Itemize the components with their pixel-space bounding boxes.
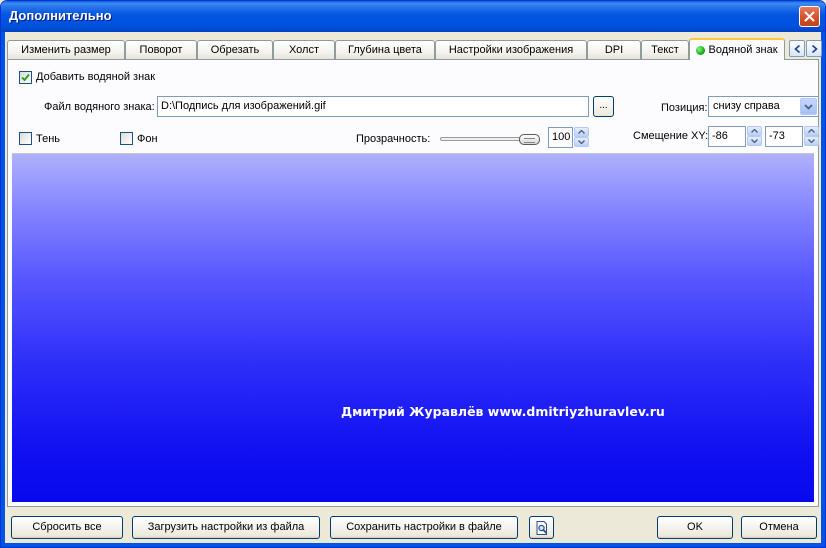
arrow-down-icon xyxy=(578,140,585,144)
active-dot-icon xyxy=(696,45,706,55)
tab-canvas[interactable]: Холст xyxy=(273,40,335,59)
offset-x-input[interactable]: -86 xyxy=(708,126,762,147)
offset-label: Смещение XY: xyxy=(633,130,709,142)
spin-up-button[interactable] xyxy=(804,126,819,136)
checkmark-icon xyxy=(21,73,30,82)
arrow-up-icon xyxy=(808,129,815,133)
preview-button[interactable] xyxy=(529,516,554,539)
tab-label: Изменить размер xyxy=(21,44,111,56)
spin-up-button[interactable] xyxy=(747,126,762,136)
arrow-up-icon xyxy=(751,129,758,133)
offset-x-value: -86 xyxy=(712,130,728,142)
arrow-down-icon xyxy=(751,139,758,143)
watermark-file-field[interactable]: D:\Подпись для изображений.gif xyxy=(157,96,589,117)
arrow-up-icon xyxy=(578,130,585,134)
tab-scroll-right-button[interactable] xyxy=(806,40,822,57)
close-icon xyxy=(804,11,815,22)
spin-down-button[interactable] xyxy=(804,136,819,146)
tab-scroll-left-button[interactable] xyxy=(789,40,805,57)
ok-button[interactable]: OK xyxy=(657,516,733,539)
tab-rotate[interactable]: Поворот xyxy=(125,40,197,59)
opacity-slider-thumb[interactable] xyxy=(519,134,540,145)
spin-down-button[interactable] xyxy=(574,137,589,147)
offset-y-value: -73 xyxy=(769,130,785,142)
opacity-value: 100 xyxy=(552,131,571,143)
tab-label: Поворот xyxy=(139,44,183,56)
dialog-window: Дополнительно Изменить размер Поворот Об… xyxy=(0,0,826,548)
save-settings-button[interactable]: Сохранить настройки в файле xyxy=(330,516,518,539)
opacity-spinner[interactable] xyxy=(574,127,589,148)
title-bar[interactable]: Дополнительно xyxy=(1,1,825,32)
spin-up-button[interactable] xyxy=(574,127,589,137)
tab-label: DPI xyxy=(604,44,624,56)
tab-text[interactable]: Текст xyxy=(641,40,689,59)
offset-y-spinner[interactable] xyxy=(804,126,819,147)
tab-label: Настройки изображения xyxy=(448,44,574,56)
tab-crop[interactable]: Обрезать xyxy=(197,40,273,59)
watermark-file-label: Файл водяного знака: xyxy=(44,101,155,113)
watermark-panel: Добавить водяной знак Файл водяного знак… xyxy=(7,59,819,507)
offset-x-spinner[interactable] xyxy=(747,126,762,147)
spin-down-button[interactable] xyxy=(747,136,762,146)
cancel-button[interactable]: Отмена xyxy=(741,516,817,539)
position-label: Позиция: xyxy=(661,102,708,114)
chevron-down-icon xyxy=(804,103,813,110)
opacity-input[interactable]: 100 xyxy=(548,127,589,148)
chevron-left-icon xyxy=(793,44,800,53)
window-border-bottom xyxy=(1,543,825,547)
load-settings-button[interactable]: Загрузить настройки из файла xyxy=(132,516,320,539)
add-watermark-label: Добавить водяной знак xyxy=(36,71,156,83)
position-dropdown-button[interactable] xyxy=(800,98,817,115)
window-border-right xyxy=(821,32,825,547)
tab-label: Глубина цвета xyxy=(348,44,422,56)
magnifier-page-icon xyxy=(536,520,547,535)
tab-resize[interactable]: Изменить размер xyxy=(7,40,125,59)
position-value: снизу справа xyxy=(713,100,780,112)
window-title: Дополнительно xyxy=(9,8,112,23)
window-border-left xyxy=(1,32,5,547)
shadow-label: Тень xyxy=(36,133,61,145)
chevron-right-icon xyxy=(811,44,818,53)
position-select[interactable]: снизу справа xyxy=(708,96,819,117)
tab-strip: Изменить размер Поворот Обрезать Холст Г… xyxy=(7,38,822,60)
arrow-down-icon xyxy=(808,139,815,143)
add-watermark-checkbox[interactable] xyxy=(19,71,32,84)
tab-label: Холст xyxy=(288,44,320,56)
browse-button[interactable]: ... xyxy=(593,96,614,117)
reset-all-button[interactable]: Сбросить все xyxy=(11,516,123,539)
background-checkbox[interactable] xyxy=(120,132,133,145)
tab-label: Водяной знак xyxy=(708,44,778,56)
tab-label: Обрезать xyxy=(210,44,260,56)
tab-image-settings[interactable]: Настройки изображения xyxy=(435,40,587,59)
preview-canvas: Дмитрий Журавлёв www.dmitriyzhuravlev.ru xyxy=(12,153,814,502)
close-button[interactable] xyxy=(799,6,820,27)
tab-color-depth[interactable]: Глубина цвета xyxy=(335,40,435,59)
opacity-label: Прозрачность: xyxy=(356,133,431,145)
tab-label: Текст xyxy=(651,44,679,56)
tab-watermark[interactable]: Водяной знак xyxy=(689,38,785,60)
watermark-preview-text: Дмитрий Журавлёв www.dmitriyzhuravlev.ru xyxy=(341,404,665,419)
tab-dpi[interactable]: DPI xyxy=(587,40,641,59)
shadow-checkbox[interactable] xyxy=(19,132,32,145)
background-label: Фон xyxy=(137,133,158,145)
offset-y-input[interactable]: -73 xyxy=(765,126,819,147)
